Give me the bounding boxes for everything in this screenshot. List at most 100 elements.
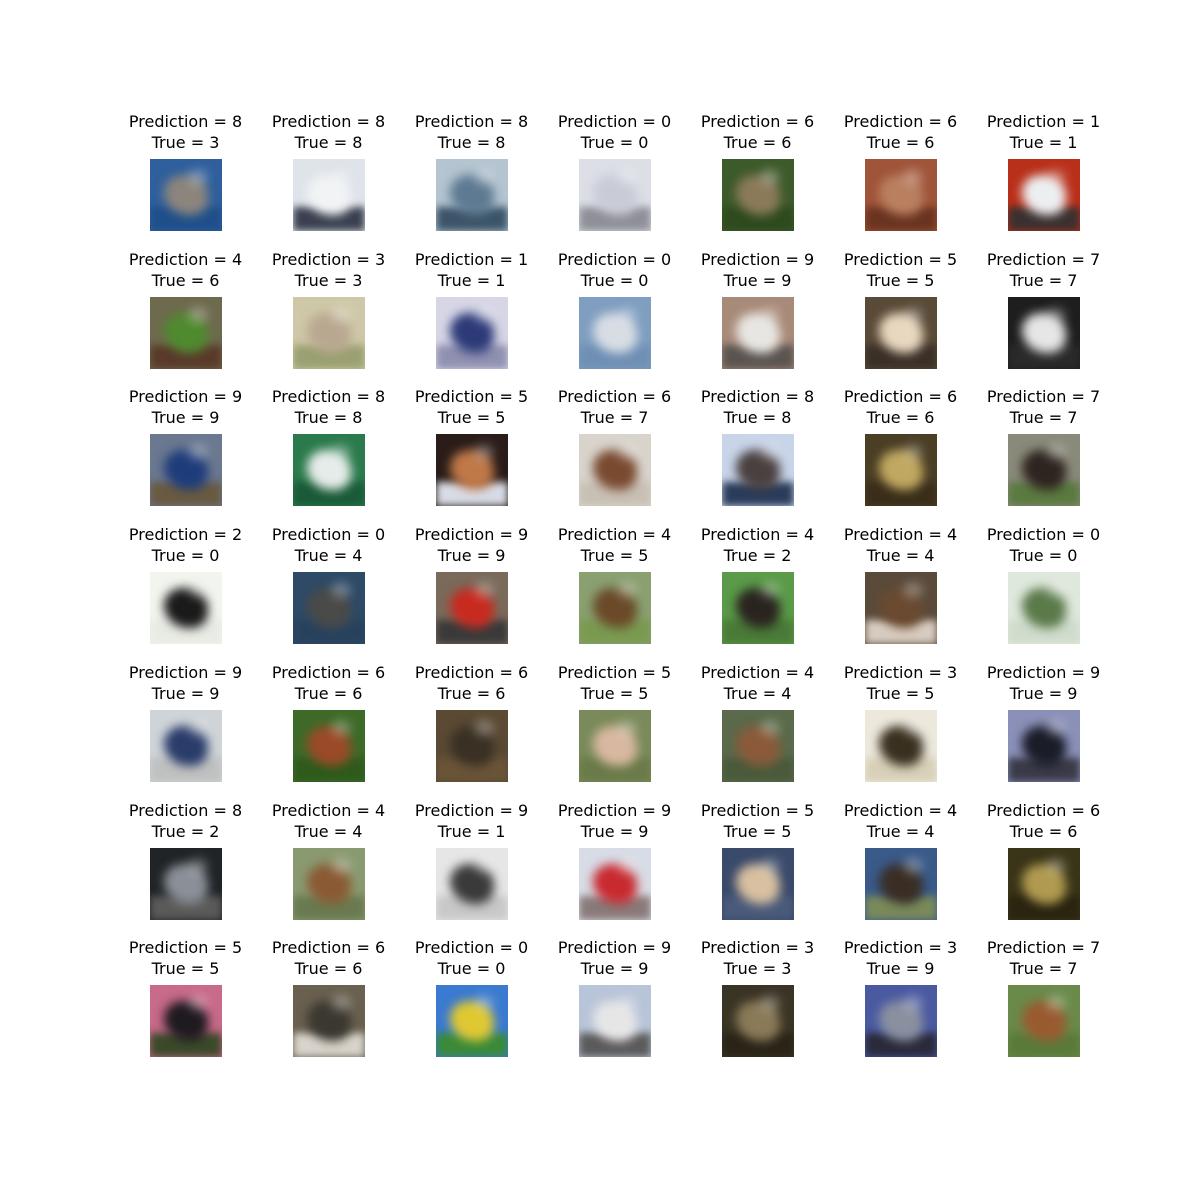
dog-thumbnail [578, 709, 651, 782]
frog-thumbnail [149, 296, 222, 369]
prediction-label: Prediction = 6 [700, 112, 815, 131]
frog-thumbnail [864, 434, 937, 507]
bird-thumbnail [149, 847, 222, 920]
prediction-panel: Prediction = 6 True = 6 [972, 800, 1115, 937]
prediction-label: Prediction = 5 [128, 938, 243, 958]
prediction-label: Prediction = 9 [414, 525, 529, 545]
prediction-label: Prediction = 8 [700, 387, 815, 407]
prediction-label: Prediction = 6 [986, 800, 1101, 820]
true-label: True = 4 [723, 683, 792, 703]
prediction-panel: Prediction = 8 True = 8 [257, 111, 400, 248]
prediction-panel: Prediction = 6 True = 7 [543, 386, 686, 523]
ship-thumbnail [292, 159, 365, 231]
frog-thumbnail [864, 159, 937, 231]
prediction-panel: Prediction = 5 True = 5 [686, 800, 829, 937]
prediction-panel: Prediction = 6 True = 6 [829, 111, 972, 248]
dog-thumbnail [864, 709, 937, 782]
prediction-panel: Prediction = 6 True = 6 [686, 111, 829, 248]
prediction-panel: Prediction = 4 True = 6 [114, 249, 257, 386]
prediction-label: Prediction = 9 [128, 662, 243, 682]
prediction-panel: Prediction = 5 True = 5 [829, 249, 972, 386]
true-label: True = 9 [723, 270, 792, 290]
prediction-label: Prediction = 0 [414, 938, 529, 958]
truck-thumbnail [149, 709, 222, 782]
true-label: True = 6 [294, 959, 363, 979]
prediction-label: Prediction = 5 [414, 387, 529, 407]
dog-thumbnail [578, 572, 651, 645]
prediction-label: Prediction = 8 [128, 112, 243, 131]
true-label: True = 5 [866, 683, 935, 703]
prediction-panel: Prediction = 4 True = 4 [829, 524, 972, 661]
true-label: True = 6 [1009, 821, 1078, 841]
true-label: True = 5 [866, 270, 935, 290]
true-label: True = 1 [437, 270, 506, 290]
prediction-label: Prediction = 4 [271, 800, 386, 820]
true-label: True = 5 [580, 546, 649, 566]
prediction-label: Prediction = 0 [271, 525, 386, 545]
prediction-label: Prediction = 4 [700, 662, 815, 682]
true-label: True = 3 [294, 270, 363, 290]
true-label: True = 0 [580, 133, 649, 152]
horse-thumbnail [1007, 296, 1080, 369]
true-label: True = 5 [151, 959, 220, 979]
true-label: True = 9 [1009, 683, 1078, 703]
horse-thumbnail [1007, 985, 1080, 1058]
prediction-panel: Prediction = 8 True = 3 [114, 111, 257, 248]
true-label: True = 7 [1009, 959, 1078, 979]
true-label: True = 7 [580, 408, 649, 428]
true-label: True = 9 [580, 959, 649, 979]
prediction-panel: Prediction = 4 True = 4 [686, 662, 829, 799]
deer-thumbnail [864, 572, 937, 645]
prediction-panel: Prediction = 7 True = 7 [972, 386, 1115, 523]
true-label: True = 8 [723, 408, 792, 428]
bird-thumbnail [721, 572, 794, 645]
true-label: True = 7 [1009, 270, 1078, 290]
automobile-thumbnail [435, 296, 508, 369]
prediction-panel: Prediction = 4 True = 4 [829, 800, 972, 937]
prediction-label: Prediction = 9 [128, 387, 243, 407]
deer-thumbnail [864, 847, 937, 920]
true-label: True = 9 [437, 546, 506, 566]
prediction-label: Prediction = 4 [557, 525, 672, 545]
prediction-label: Prediction = 9 [557, 800, 672, 820]
prediction-label: Prediction = 1 [986, 112, 1101, 131]
prediction-panel: Prediction = 0 True = 0 [972, 524, 1115, 661]
true-label: True = 0 [437, 959, 506, 979]
prediction-panel: Prediction = 6 True = 6 [400, 662, 543, 799]
prediction-panel: Prediction = 6 True = 6 [829, 386, 972, 523]
prediction-panel: Prediction = 7 True = 7 [972, 249, 1115, 386]
prediction-panel: Prediction = 8 True = 8 [686, 386, 829, 523]
prediction-label: Prediction = 3 [271, 249, 386, 269]
horse-thumbnail [1007, 434, 1080, 507]
true-label: True = 9 [151, 408, 220, 428]
prediction-panel: Prediction = 4 True = 2 [686, 524, 829, 661]
dog-thumbnail [149, 985, 222, 1058]
prediction-panel: Prediction = 0 True = 0 [543, 249, 686, 386]
cat-thumbnail [292, 296, 365, 369]
true-label: True = 8 [294, 133, 363, 152]
true-label: True = 6 [866, 408, 935, 428]
prediction-panel: Prediction = 5 True = 5 [543, 662, 686, 799]
prediction-label: Prediction = 7 [986, 249, 1101, 269]
prediction-panel: Prediction = 6 True = 6 [257, 662, 400, 799]
prediction-label: Prediction = 7 [986, 387, 1101, 407]
true-label: True = 4 [294, 546, 363, 566]
prediction-label: Prediction = 8 [271, 387, 386, 407]
true-label: True = 9 [580, 821, 649, 841]
frog-thumbnail [435, 709, 508, 782]
true-label: True = 8 [437, 133, 506, 152]
prediction-label: Prediction = 8 [414, 112, 529, 131]
true-label: True = 9 [151, 683, 220, 703]
prediction-label: Prediction = 8 [128, 800, 243, 820]
cat-thumbnail [721, 985, 794, 1058]
prediction-panel: Prediction = 6 True = 6 [257, 937, 400, 1074]
prediction-label: Prediction = 3 [843, 662, 958, 682]
true-label: True = 8 [294, 408, 363, 428]
airplane-thumbnail [578, 296, 651, 369]
prediction-label: Prediction = 9 [414, 800, 529, 820]
prediction-panel: Prediction = 8 True = 8 [257, 386, 400, 523]
automobile-thumbnail [1007, 159, 1080, 231]
true-label: True = 3 [151, 133, 220, 152]
airplane-thumbnail [149, 572, 222, 645]
dog-thumbnail [721, 847, 794, 920]
